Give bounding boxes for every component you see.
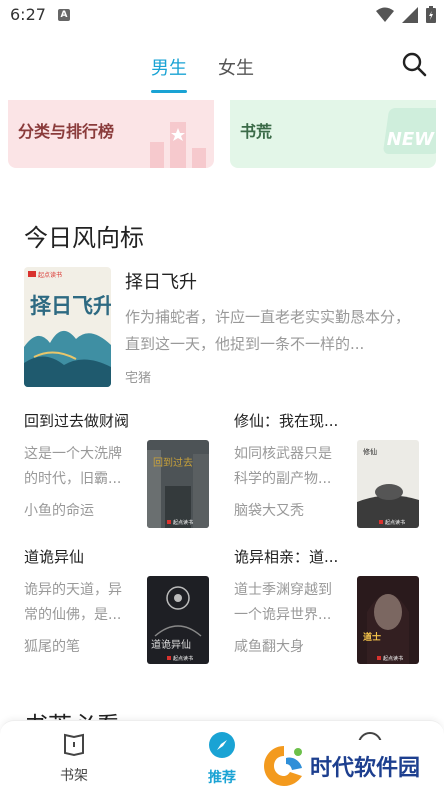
active-tab-indicator xyxy=(151,90,187,93)
status-bar: 6:27 A xyxy=(0,0,444,30)
book-desc: 诡异的天道，异常的仙佛，是... xyxy=(24,582,122,623)
book-cover-publisher: 起点读书 xyxy=(173,655,193,662)
status-icons xyxy=(376,6,436,23)
book-cover-publisher: 起点读书 xyxy=(173,519,193,526)
ranking-card-label: 分类与排行榜 xyxy=(18,122,115,141)
signal-icon xyxy=(402,6,418,23)
top-nav: 男生 女生 xyxy=(0,30,444,100)
search-icon xyxy=(402,52,427,77)
book-title: 回到过去做财阀 xyxy=(24,412,130,430)
featured-cover-art: 起点读书 择日飞升 xyxy=(24,267,111,387)
featured-cover-publisher: 起点读书 xyxy=(38,271,62,279)
book-desc: 道士季渊穿越到一个诡异世界... xyxy=(234,582,332,623)
bookshelf-icon xyxy=(64,733,84,757)
compass-icon xyxy=(209,732,235,758)
book-cover: 道诡异仙 起点读书 xyxy=(147,576,209,664)
book-desc: 如同核武器只是科学的副产物... xyxy=(234,446,332,487)
book-title: 修仙：我在现... xyxy=(234,412,339,430)
book-author: 狐尾的笔 xyxy=(24,639,80,655)
book-author: 脑袋大又秃 xyxy=(234,503,304,519)
svg-text:修仙: 修仙 xyxy=(363,447,377,456)
section-title: 今日风向标 xyxy=(24,224,144,252)
tab-male[interactable]: 男生 xyxy=(151,54,187,80)
tab-female[interactable]: 女生 xyxy=(218,54,254,80)
featured-book-author: 宅猪 xyxy=(125,371,152,386)
book-item[interactable]: 道诡异仙 诡异的天道，异常的仙佛，是... 狐尾的笔 道诡异仙 起点读书 xyxy=(24,546,224,676)
featured-book-desc: 作为捕蛇者，许应一直老老实实勤恳本分，直到这一天，他捉到一条不一样的... xyxy=(125,308,411,353)
featured-cover-title: 择日飞升 xyxy=(30,293,111,318)
wifi-icon xyxy=(376,7,394,22)
book-cover: 道士 起点读书 xyxy=(357,576,419,664)
book-item[interactable]: 诡异相亲：道... 道士季渊穿越到一个诡异世界... 咸鱼翻大身 道士 起点读书 xyxy=(234,546,434,676)
book-item[interactable]: 回到过去做财阀 这是一个大洗牌的时代，旧霸... 小鱼的命运 回到过去 起点读书 xyxy=(24,410,224,540)
status-time: 6:27 xyxy=(10,5,46,24)
nav-bookshelf[interactable]: 书架 xyxy=(44,731,104,785)
nav-recommend-label: 推荐 xyxy=(208,770,236,786)
book-item[interactable]: 修仙：我在现... 如同核武器只是科学的副产物... 脑袋大又秃 修仙 起点读书 xyxy=(234,410,434,540)
nav-bookshelf-label: 书架 xyxy=(60,768,88,784)
ranking-bars-icon xyxy=(150,122,206,168)
svg-text:回到过去: 回到过去 xyxy=(153,456,193,469)
book-author: 小鱼的命运 xyxy=(24,503,94,519)
book-desc: 这是一个大洗牌的时代，旧霸... xyxy=(24,446,122,487)
book-shortage-label: 书荒 xyxy=(240,122,273,141)
book-title: 诡异相亲：道... xyxy=(234,548,339,566)
svg-text:道士: 道士 xyxy=(363,631,381,643)
book-cover: 回到过去 起点读书 xyxy=(147,440,209,528)
battery-icon xyxy=(426,6,436,23)
new-badge: NEW xyxy=(386,129,434,150)
book-shortage-card[interactable]: 书荒 NEW xyxy=(230,100,436,168)
featured-book-title[interactable]: 择日飞升 xyxy=(125,268,197,294)
book-author: 咸鱼翻大身 xyxy=(234,639,304,655)
book-cover-publisher: 起点读书 xyxy=(383,655,403,662)
watermark: 时代软件园 xyxy=(258,740,444,791)
book-cover-publisher: 起点读书 xyxy=(385,519,405,526)
watermark-logo xyxy=(264,746,302,786)
watermark-text: 时代软件园 xyxy=(310,756,421,781)
ranking-card[interactable]: 分类与排行榜 xyxy=(8,100,214,168)
featured-book-cover[interactable]: 起点读书 择日飞升 xyxy=(24,267,111,387)
book-title: 道诡异仙 xyxy=(24,548,85,566)
nav-recommend[interactable]: 推荐 xyxy=(192,731,252,787)
search-button[interactable] xyxy=(400,50,428,78)
book-cover: 修仙 起点读书 xyxy=(357,440,419,528)
notification-icon: A xyxy=(58,9,70,21)
svg-text:道诡异仙: 道诡异仙 xyxy=(151,638,191,651)
